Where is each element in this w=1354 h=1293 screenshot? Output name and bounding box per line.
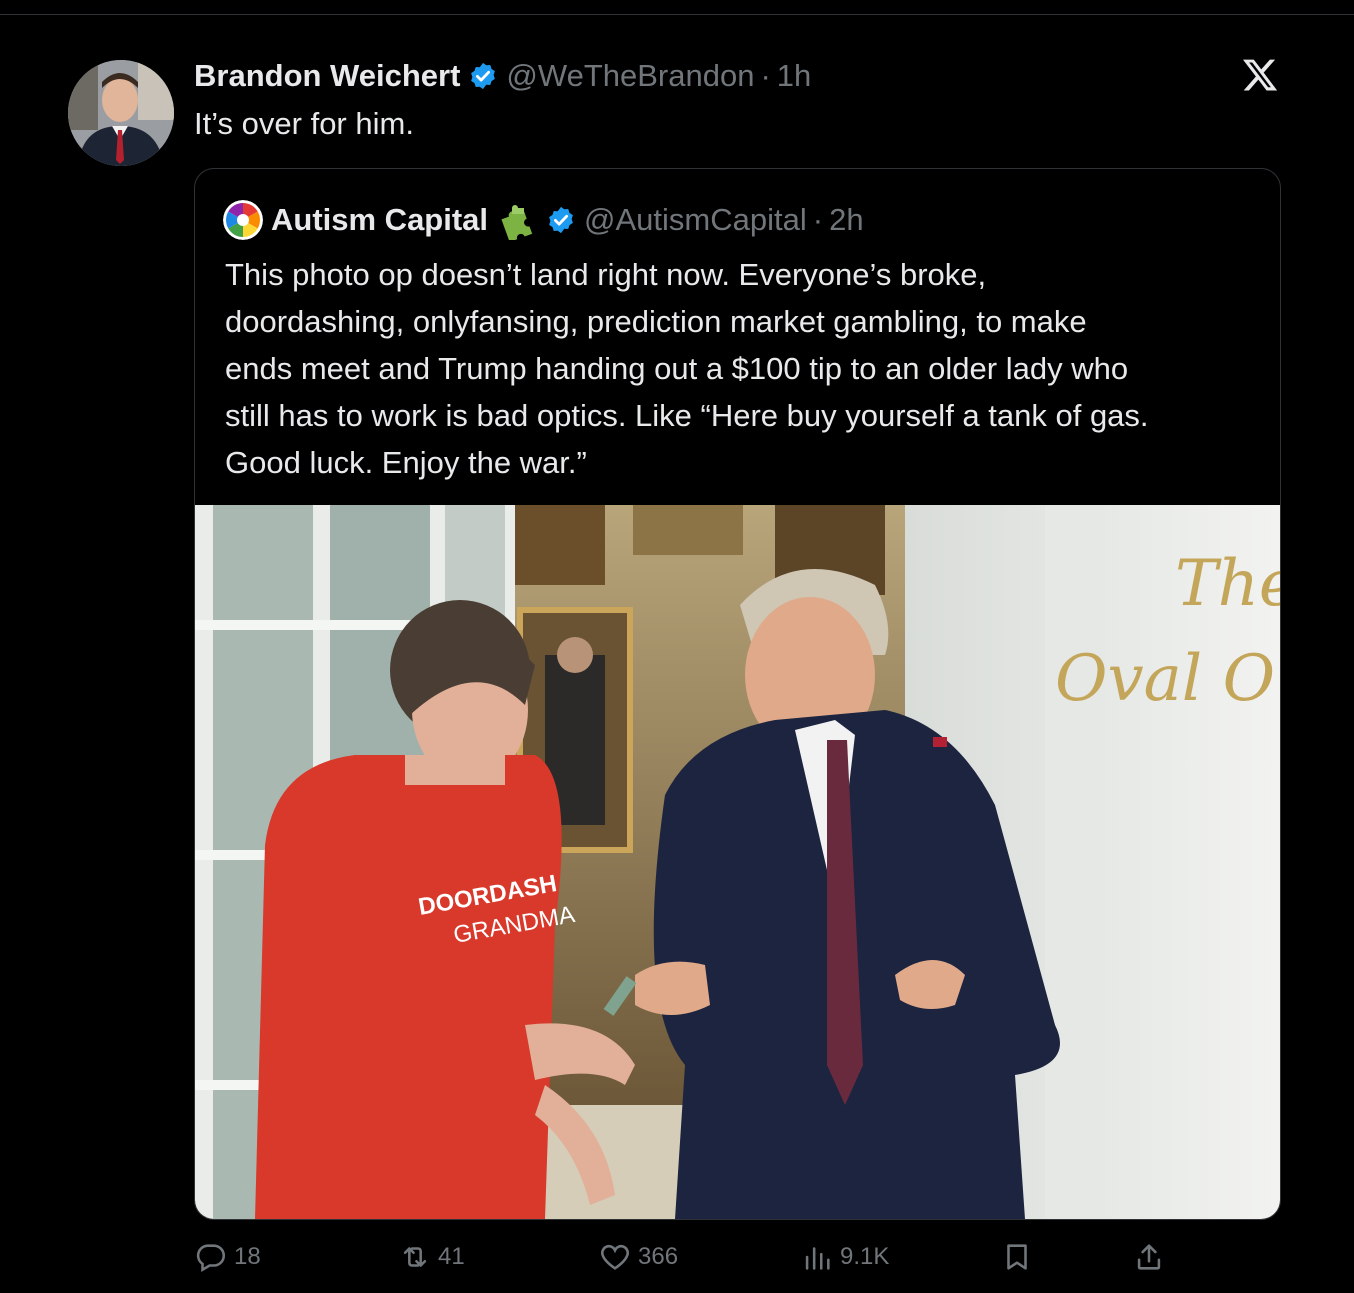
share-button[interactable] — [1132, 1232, 1172, 1282]
bookmark-button[interactable] — [1000, 1232, 1040, 1282]
quoted-text-line: Good luck. Enjoy the war.” — [225, 445, 587, 480]
views-count: 9.1K — [840, 1243, 890, 1270]
separator-dot: · — [812, 202, 824, 237]
puzzle-icon — [501, 205, 533, 240]
quoted-text-line: ends meet and Trump handing out a $100 t… — [225, 351, 1129, 386]
quoted-tweet-text: This photo op doesn’t land right now. Ev… — [225, 251, 1265, 486]
x-logo-icon[interactable] — [1240, 56, 1280, 94]
quoted-tweet-photo[interactable]: The Oval O DOORDASH GRANDMA — [195, 505, 1280, 1219]
top-divider — [0, 14, 1354, 15]
reply-button[interactable]: 18 — [194, 1232, 261, 1282]
like-icon — [601, 1244, 629, 1270]
quoted-author-name[interactable]: Autism Capital — [271, 202, 488, 238]
verified-badge-icon — [549, 206, 573, 234]
author-handle[interactable]: @WeTheBrandon — [506, 58, 754, 94]
quoted-text-line: doordashing, onlyfansing, prediction mar… — [225, 304, 1087, 339]
wall-text-oval: Oval O — [1055, 642, 1275, 716]
share-icon — [1137, 1244, 1161, 1270]
quoted-text-line: still has to work is bad optics. Like “H… — [225, 398, 1149, 433]
like-count: 366 — [638, 1243, 679, 1270]
retweet-icon — [403, 1247, 427, 1267]
quoted-tweet-time[interactable]: 2h — [829, 202, 863, 238]
reply-count: 18 — [234, 1243, 261, 1270]
tweet-header: Brandon Weichert @WeTheBrandon · 1h — [194, 56, 811, 96]
views-icon — [805, 1247, 830, 1270]
verified-badge-icon — [471, 62, 496, 90]
tweet-time[interactable]: 1h — [777, 58, 811, 94]
quoted-author-avatar[interactable] — [223, 200, 263, 240]
views-button[interactable]: 9.1K — [800, 1232, 889, 1282]
author-name[interactable]: Brandon Weichert — [194, 58, 460, 94]
wall-text-the: The — [1175, 547, 1280, 621]
tweet-text: It’s over for him. — [194, 106, 414, 141]
retweet-count: 41 — [438, 1243, 465, 1270]
quoted-author-handle[interactable]: @AutismCapital — [584, 202, 807, 238]
quoted-tweet-header: Autism Capital @AutismCapital · 2h — [223, 199, 864, 241]
bookmark-icon — [1007, 1244, 1027, 1270]
action-bar: 18 41 366 9.1K — [0, 1232, 1354, 1282]
separator-dot: · — [760, 58, 771, 93]
reply-icon — [196, 1244, 226, 1273]
quoted-tweet-card[interactable]: Autism Capital @AutismCapital · 2h This … — [194, 168, 1281, 1220]
like-button[interactable]: 366 — [598, 1232, 678, 1282]
retweet-button[interactable]: 41 — [398, 1232, 465, 1282]
quoted-text-line: This photo op doesn’t land right now. Ev… — [225, 257, 987, 292]
author-avatar[interactable] — [68, 60, 174, 166]
